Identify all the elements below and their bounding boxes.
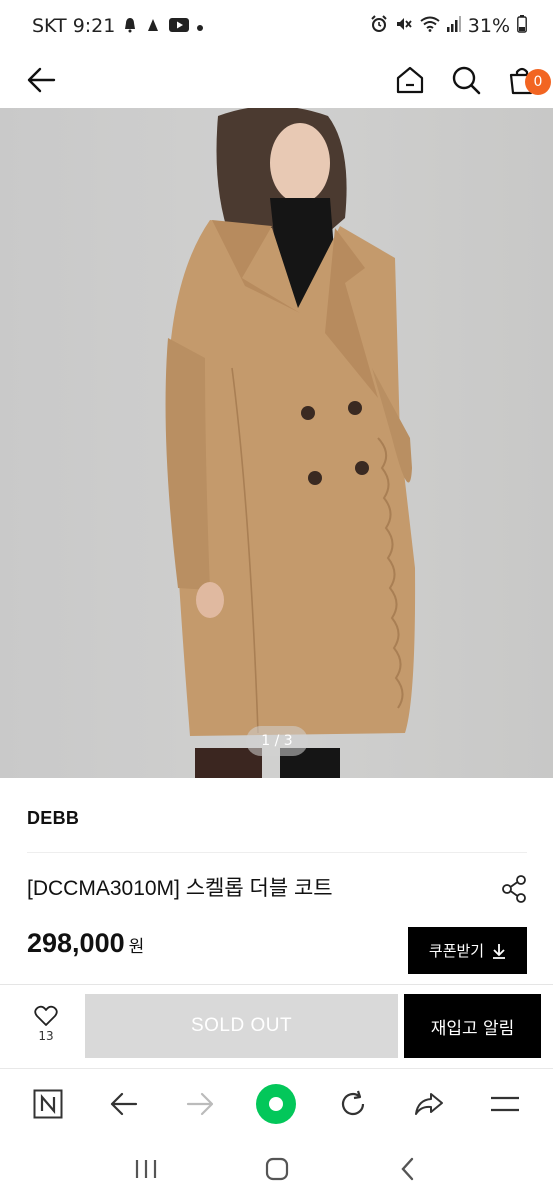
green-dot-icon bbox=[256, 1083, 297, 1124]
notification-icon bbox=[123, 17, 137, 36]
wifi-icon bbox=[420, 15, 440, 37]
home-button[interactable] bbox=[393, 63, 427, 97]
dot-icon bbox=[197, 18, 204, 34]
purchase-bar: 13 SOLD OUT 재입고 알림 bbox=[0, 984, 553, 1068]
hamburger-menu-icon bbox=[490, 1096, 519, 1111]
search-button[interactable] bbox=[449, 63, 483, 97]
back-button[interactable] bbox=[24, 63, 58, 97]
search-icon bbox=[452, 66, 481, 95]
share-arrow-icon bbox=[414, 1092, 443, 1115]
naver-n-icon bbox=[33, 1089, 63, 1118]
battery-icon bbox=[517, 14, 527, 38]
carrier-time: SKT 9:21 bbox=[32, 15, 116, 37]
refresh-button[interactable] bbox=[331, 1082, 375, 1126]
cart-count-badge: 0 bbox=[525, 69, 551, 95]
browser-forward-button[interactable] bbox=[178, 1082, 222, 1126]
browser-share-button[interactable] bbox=[407, 1082, 451, 1126]
arrow-left-icon bbox=[111, 1092, 138, 1115]
alarm-icon bbox=[370, 14, 388, 38]
status-right: 31% bbox=[370, 14, 527, 38]
menu-button[interactable] bbox=[483, 1082, 527, 1126]
product-title: [DCCMA3010M] 스켈롭 더블 코트 bbox=[27, 877, 333, 900]
refresh-icon bbox=[341, 1090, 364, 1115]
youtube-icon bbox=[169, 17, 190, 35]
naver-home-button[interactable] bbox=[26, 1082, 70, 1126]
share-icon bbox=[502, 875, 526, 903]
arrow-left-icon bbox=[27, 67, 56, 93]
soldout-button: SOLD OUT bbox=[85, 994, 398, 1058]
share-button[interactable] bbox=[497, 872, 531, 906]
image-counter: 1 / 3 bbox=[246, 726, 308, 756]
system-back-button[interactable] bbox=[386, 1147, 430, 1191]
brand-name[interactable]: DEBB bbox=[27, 808, 79, 829]
price-row: 298,000 원 bbox=[27, 928, 144, 959]
cart-button[interactable]: 0 bbox=[505, 63, 551, 97]
coupon-download-button[interactable]: 쿠폰받기 bbox=[408, 927, 527, 974]
header-actions: 0 bbox=[393, 63, 551, 97]
home-icon bbox=[396, 66, 424, 94]
notification-icon bbox=[145, 17, 161, 36]
recent-apps-button[interactable] bbox=[124, 1147, 168, 1191]
price-currency: 원 bbox=[128, 937, 145, 957]
arrow-right-icon bbox=[187, 1092, 214, 1115]
coupon-label: 쿠폰받기 bbox=[428, 942, 485, 960]
restock-alert-button[interactable]: 재입고 알림 bbox=[404, 994, 541, 1058]
download-icon bbox=[493, 943, 506, 959]
divider bbox=[27, 852, 527, 853]
like-button[interactable]: 13 bbox=[24, 1005, 68, 1055]
system-nav-bar bbox=[0, 1138, 553, 1200]
naver-green-button[interactable] bbox=[254, 1082, 298, 1126]
product-photo bbox=[165, 108, 416, 778]
battery-level: 31% bbox=[467, 15, 510, 37]
system-home-button[interactable] bbox=[255, 1147, 299, 1191]
status-bar: SKT 9:21 31% bbox=[0, 0, 553, 52]
app-header: 0 bbox=[0, 52, 553, 108]
browser-toolbar bbox=[0, 1068, 553, 1138]
home-square-icon bbox=[265, 1157, 288, 1181]
like-count: 13 bbox=[38, 1029, 54, 1043]
browser-back-button[interactable] bbox=[102, 1082, 146, 1126]
signal-icon bbox=[446, 15, 461, 37]
heart-icon bbox=[34, 1005, 58, 1026]
price-value: 298,000 bbox=[27, 928, 125, 958]
recent-apps-icon bbox=[135, 1160, 156, 1178]
mute-icon bbox=[395, 15, 413, 38]
chevron-left-icon bbox=[400, 1157, 413, 1181]
product-image[interactable]: 1 / 3 bbox=[0, 108, 553, 778]
status-left: SKT 9:21 bbox=[32, 15, 204, 37]
